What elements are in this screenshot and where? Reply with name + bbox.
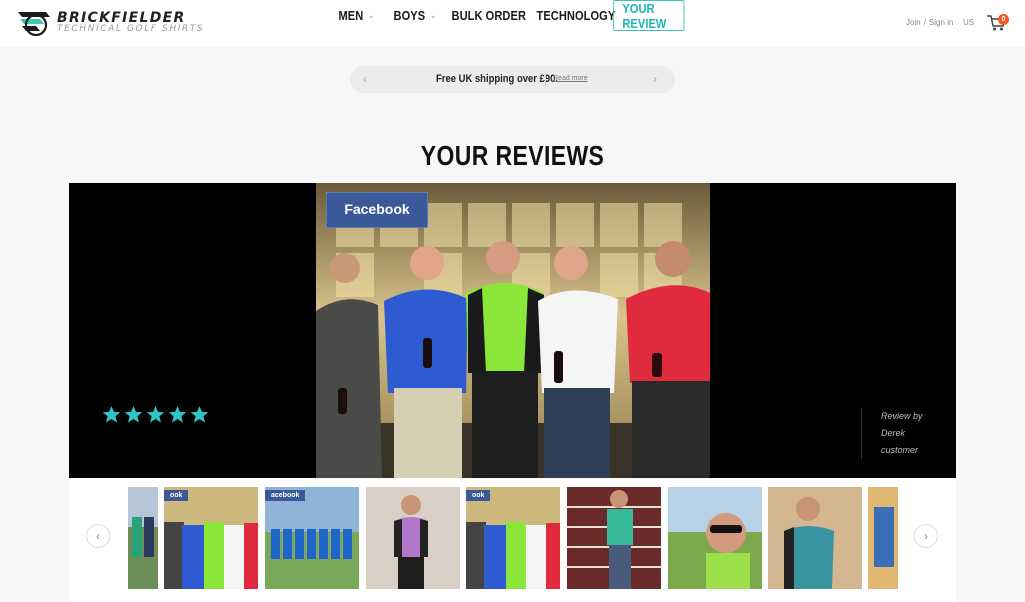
- page-title: YOUR REVIEWS: [420, 140, 605, 171]
- rating-stars: [102, 405, 209, 424]
- thumbs-prev-button[interactable]: ‹: [86, 524, 110, 548]
- thumbnail[interactable]: [128, 487, 158, 589]
- promo-prev-button[interactable]: ‹: [363, 72, 367, 86]
- star-icon: [146, 405, 165, 423]
- review-slide: Facebook Review by Derek customer: [69, 183, 956, 478]
- account-separator: /: [923, 18, 926, 27]
- signin-link[interactable]: Sign in: [929, 18, 953, 27]
- thumbnail[interactable]: [768, 487, 862, 589]
- promo-divider: [545, 72, 546, 87]
- thumbnail[interactable]: [567, 487, 661, 589]
- join-link[interactable]: Join: [906, 18, 921, 27]
- thumbnail[interactable]: [668, 487, 762, 589]
- review-byline: Review by Derek customer: [861, 408, 941, 459]
- reviewer-role: customer: [881, 445, 919, 455]
- nav-technology[interactable]: TECHNOLOGY: [528, 0, 624, 31]
- nav-men-label: MEN: [338, 8, 364, 23]
- region-selector[interactable]: US: [963, 18, 974, 27]
- promo-read-more-link[interactable]: Read more: [553, 75, 588, 82]
- thumbnail[interactable]: ook: [164, 487, 258, 589]
- facebook-badge-label: Facebook: [344, 201, 410, 217]
- review-photo: Facebook: [316, 183, 710, 478]
- chevron-down-icon: ⌄: [368, 11, 375, 20]
- brand-tagline: TECHNICAL GOLF SHIRTS: [57, 24, 205, 34]
- thumbnail[interactable]: ook: [466, 487, 560, 589]
- nav-bulk-order[interactable]: BULK ORDER: [443, 0, 535, 31]
- account-links: Join / Sign in: [906, 18, 953, 27]
- thumbnail[interactable]: [366, 487, 460, 589]
- nav-boys-label: BOYS: [393, 8, 426, 23]
- promo-bar: ‹ Free UK shipping over £90. Read more ›: [350, 66, 675, 93]
- thumbnail-track: ook acebook ook: [128, 487, 898, 589]
- thumbnail[interactable]: acebook: [265, 487, 359, 589]
- nav-men[interactable]: MEN ⌄: [330, 0, 383, 31]
- thumb-facebook-badge: ook: [164, 490, 189, 501]
- thumbs-next-button[interactable]: ›: [914, 524, 938, 548]
- chevron-down-icon: ⌄: [430, 11, 437, 20]
- thumb-facebook-badge: acebook: [265, 490, 306, 501]
- star-icon: [102, 405, 121, 423]
- star-icon: [168, 405, 187, 423]
- reviewer-name: Derek: [881, 428, 906, 438]
- thumbnail[interactable]: [868, 487, 898, 589]
- thumb-facebook-badge: ook: [466, 490, 491, 501]
- star-icon: [190, 405, 209, 423]
- cart-count-badge: 0: [998, 14, 1009, 25]
- nav-your-review[interactable]: YOUR REVIEW: [613, 0, 685, 31]
- promo-next-button[interactable]: ›: [653, 72, 657, 86]
- star-icon: [124, 405, 143, 423]
- logo-swoosh-icon: [18, 12, 50, 37]
- site-header: BRICKFIELDER TECHNICAL GOLF SHIRTS MEN ⌄…: [0, 0, 1025, 47]
- promo-text: Free UK shipping over £90.: [436, 73, 558, 85]
- nav-boys[interactable]: BOYS ⌄: [385, 0, 445, 31]
- review-by-label: Review by: [881, 411, 923, 421]
- brand-logo[interactable]: BRICKFIELDER TECHNICAL GOLF SHIRTS: [16, 8, 206, 38]
- thumbnail-strip: ‹ ook acebook ook ›: [69, 479, 956, 602]
